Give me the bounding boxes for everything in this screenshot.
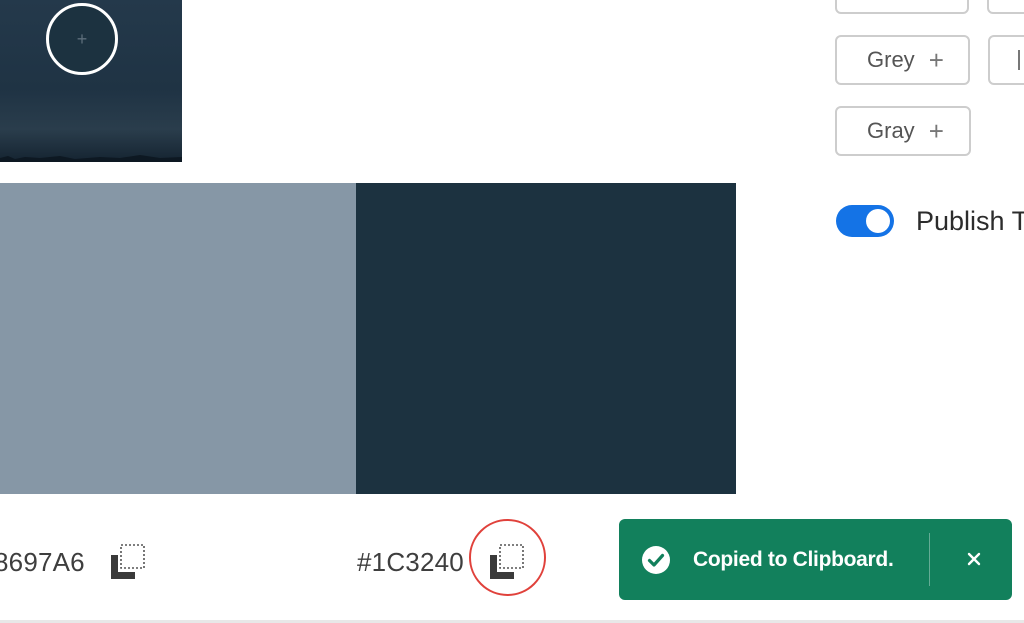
- publish-toggle-row: Publish T: [836, 205, 1024, 237]
- close-toast-button[interactable]: [959, 544, 989, 574]
- check-circle-icon: [642, 545, 670, 574]
- color-picker-handle[interactable]: +: [46, 3, 118, 75]
- toggle-knob: [866, 209, 890, 233]
- hex-value-2: #1C3240: [357, 546, 464, 577]
- tag-label-cropped: [1018, 50, 1020, 70]
- hex-row-1: 8697A6: [0, 542, 147, 582]
- publish-label: Publish T: [916, 205, 1024, 236]
- copy-hex-button-2[interactable]: [486, 542, 526, 582]
- copy-icon: [110, 544, 145, 579]
- color-theme-page: + 8697A6 #1C3240 Grey + Gray + Publish T…: [0, 0, 1024, 623]
- tag-chip-partial-top-1[interactable]: [835, 0, 969, 14]
- image-horizon: [0, 155, 182, 162]
- tag-label-gray: Gray: [867, 118, 915, 143]
- hex-value-1: 8697A6: [0, 546, 85, 577]
- add-tag-icon: +: [928, 45, 944, 75]
- copy-icon: [489, 544, 524, 579]
- color-swatch-2[interactable]: [356, 183, 736, 494]
- toast-divider: [929, 533, 930, 586]
- toast-notification: Copied to Clipboard.: [619, 519, 1012, 600]
- tag-chip-partial-top-2[interactable]: [987, 0, 1024, 14]
- toast-message: Copied to Clipboard.: [693, 547, 894, 571]
- color-swatch-1[interactable]: [0, 183, 356, 494]
- tag-chip-gray[interactable]: Gray +: [835, 106, 971, 156]
- publish-toggle[interactable]: [836, 205, 894, 237]
- hex-row-2: #1C3240: [357, 542, 526, 582]
- add-tag-icon: +: [928, 116, 944, 146]
- tag-label-grey: Grey: [867, 47, 915, 72]
- close-icon: [967, 552, 981, 566]
- picker-crosshair: +: [76, 29, 88, 49]
- source-image: +: [0, 0, 182, 162]
- copy-hex-button-1[interactable]: [107, 542, 147, 582]
- tag-chip-partial-right[interactable]: [988, 35, 1024, 85]
- tag-chip-grey[interactable]: Grey +: [835, 35, 970, 85]
